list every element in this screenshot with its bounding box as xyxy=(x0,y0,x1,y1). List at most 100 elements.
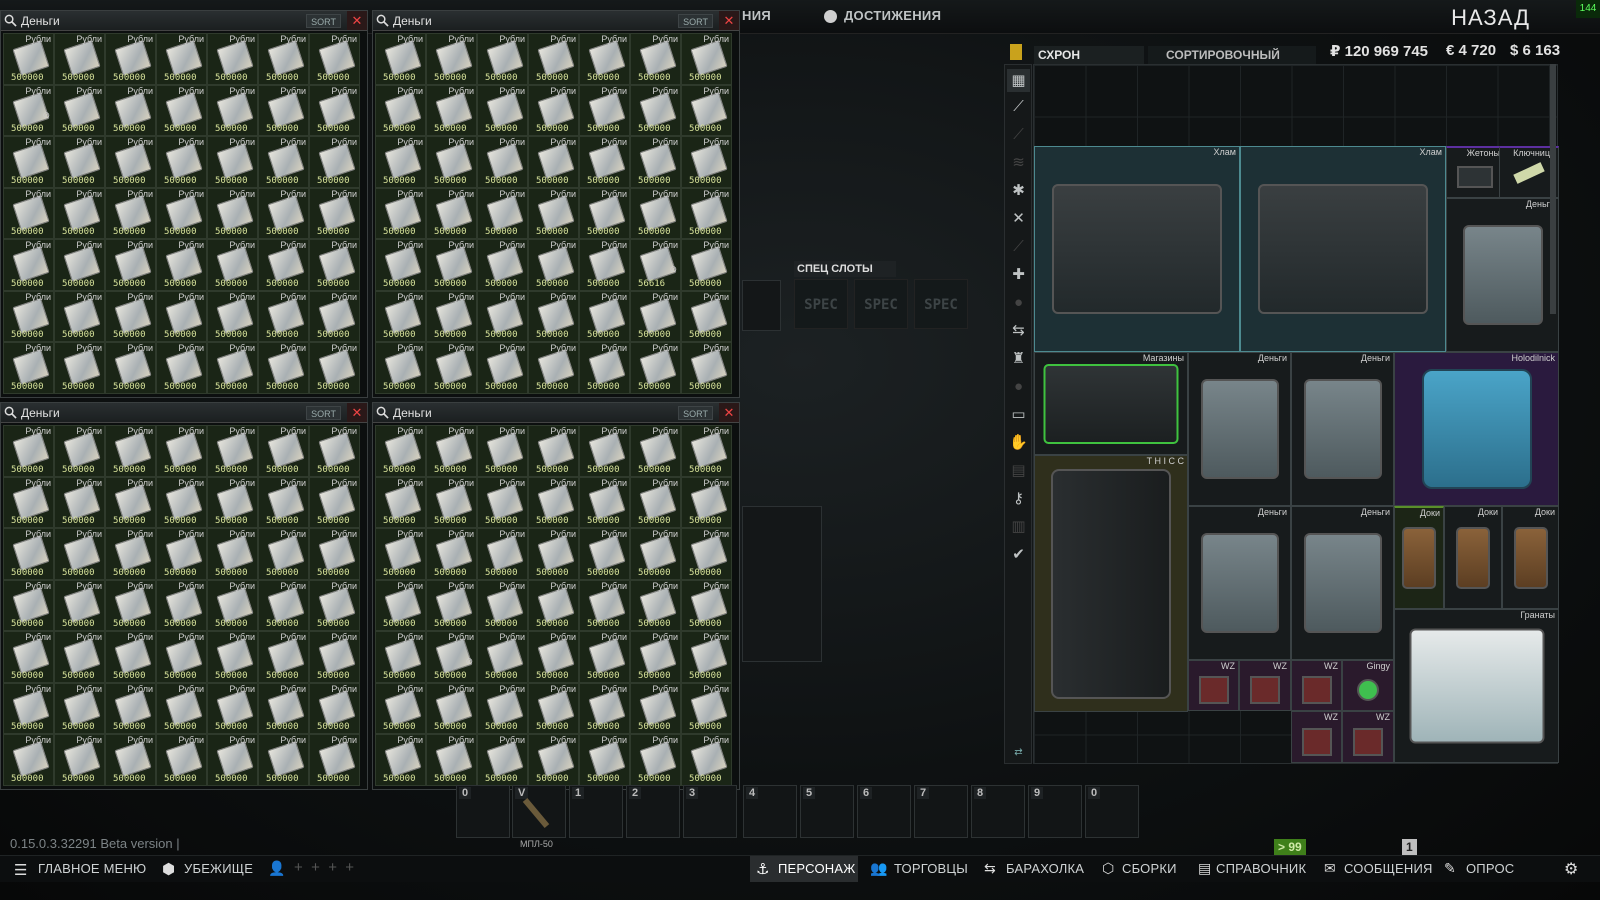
quick-slot-0[interactable]: 0 xyxy=(456,785,510,838)
rouble-stack[interactable]: Рубли 500000 xyxy=(207,476,258,528)
rouble-stack[interactable]: Рубли 500000 xyxy=(54,682,105,734)
rouble-stack[interactable]: Рубли 500000 xyxy=(681,425,732,477)
rouble-stack[interactable]: Рубли 500000 xyxy=(477,187,528,239)
rouble-stack[interactable]: Рубли 500000 xyxy=(309,476,360,528)
window-header[interactable]: Деньги SORT ✕ xyxy=(1,11,367,31)
rouble-stack[interactable]: Рубли 56616 ⊘ xyxy=(630,239,681,291)
rouble-stack[interactable]: Рубли 500000 xyxy=(3,528,54,580)
rouble-stack[interactable]: Рубли 500000 xyxy=(309,290,360,342)
junk-box-2[interactable]: Хлам xyxy=(1240,146,1446,352)
rouble-stack[interactable]: Рубли 500000 xyxy=(258,33,309,85)
rouble-stack[interactable]: Рубли 500000 xyxy=(54,33,105,85)
rouble-stack[interactable]: Рубли 500000 xyxy=(528,136,579,188)
rouble-stack[interactable]: Рубли 500000 xyxy=(477,84,528,136)
rouble-stack[interactable]: Рубли 500000 xyxy=(426,682,477,734)
holodilnick-case[interactable]: Holodilnick xyxy=(1394,352,1559,506)
close-button[interactable]: ✕ xyxy=(719,403,739,422)
money-case-1[interactable]: Деньги xyxy=(1446,198,1559,352)
rouble-stack[interactable]: Рубли 500000 xyxy=(105,239,156,291)
rouble-stack[interactable]: Рубли 500000 xyxy=(105,187,156,239)
rouble-stack[interactable]: Рубли 500000 xyxy=(528,239,579,291)
rouble-stack[interactable]: Рубли 500000 xyxy=(258,290,309,342)
settings-gear-icon[interactable]: ⚙ xyxy=(1564,859,1578,879)
rouble-stack[interactable]: Рубли 500000 xyxy=(3,187,54,239)
rouble-stack[interactable]: Рубли 500000 xyxy=(258,187,309,239)
rouble-stack[interactable]: Рубли 500000 xyxy=(54,187,105,239)
mods-filter-icon[interactable]: ✱ xyxy=(1007,179,1030,202)
keys-filter-icon[interactable]: ⚷ xyxy=(1007,487,1030,510)
junk-box-1[interactable]: Хлам xyxy=(1034,146,1240,352)
rouble-stack[interactable]: Рубли 500000 xyxy=(528,631,579,683)
rouble-stack[interactable]: Рубли 500000 xyxy=(681,239,732,291)
profile-icon[interactable]: 👤 xyxy=(268,860,285,877)
rouble-stack[interactable]: Рубли 500000 xyxy=(3,290,54,342)
rouble-stack[interactable]: Рубли 500000 xyxy=(258,239,309,291)
quick-slot-2[interactable]: 2 xyxy=(626,785,680,838)
rouble-stack[interactable]: Рубли 500000 xyxy=(258,631,309,683)
rouble-stack[interactable]: Рубли 500000 xyxy=(579,84,630,136)
rouble-stack[interactable]: Рубли 500000 xyxy=(426,187,477,239)
rouble-stack[interactable]: Рубли 500000 xyxy=(579,579,630,631)
rouble-stack[interactable]: Рубли 500000 xyxy=(426,136,477,188)
magazine-case[interactable]: Магазины xyxy=(1034,352,1188,455)
thicc-case[interactable]: T H I C C xyxy=(1034,455,1188,712)
rouble-stack[interactable]: Рубли 500000 xyxy=(54,734,105,786)
rouble-stack[interactable]: Рубли 500000 xyxy=(54,342,105,394)
rouble-stack[interactable]: Рубли 500000 xyxy=(105,136,156,188)
main-menu-button[interactable]: ГЛАВНОЕ МЕНЮ xyxy=(38,861,146,876)
tab-achievements[interactable]: ДОСТИЖЕНИЯ xyxy=(844,8,941,23)
rouble-stack[interactable]: Рубли 500000 xyxy=(528,476,579,528)
rouble-stack[interactable]: Рубли 500000 xyxy=(375,734,426,786)
rouble-stack[interactable]: Рубли 500000 xyxy=(375,631,426,683)
rouble-stack[interactable]: Рубли 500000 xyxy=(309,342,360,394)
rouble-stack[interactable]: Рубли 500000 xyxy=(156,682,207,734)
rouble-stack[interactable]: Рубли 500000 xyxy=(426,84,477,136)
ammo-filter-icon[interactable]: ⟋ xyxy=(1007,123,1030,146)
rouble-stack[interactable]: Рубли 500000 xyxy=(681,84,732,136)
rouble-stack[interactable]: Рубли 500000 xyxy=(579,476,630,528)
melee-filter-icon[interactable]: ✕ xyxy=(1007,207,1030,230)
rouble-stack[interactable]: Рубли 500000 xyxy=(156,84,207,136)
rouble-stack[interactable]: Рубли 500000 xyxy=(528,682,579,734)
rouble-stack[interactable]: Рубли 500000 xyxy=(3,136,54,188)
rouble-stack[interactable]: Рубли 500000 xyxy=(528,290,579,342)
close-button[interactable]: ✕ xyxy=(347,11,367,30)
glove-filter-icon[interactable]: ✋ xyxy=(1007,431,1030,454)
rouble-stack[interactable]: Рубли 500000 xyxy=(630,425,681,477)
rouble-stack[interactable]: Рубли 500000 xyxy=(3,476,54,528)
container-filter-icon[interactable]: ▭ xyxy=(1007,403,1030,426)
close-button[interactable]: ✕ xyxy=(347,403,367,422)
quick-slot-4[interactable]: 4 xyxy=(743,785,797,838)
rouble-stack[interactable]: Рубли 500000 xyxy=(375,342,426,394)
search-icon[interactable] xyxy=(4,14,17,27)
rouble-stack[interactable]: Рубли 500000 xyxy=(3,631,54,683)
money-window-4[interactable]: Деньги SORT ✕ Рубли 500000 Рубли 500000 Рубли 50… xyxy=(372,402,740,790)
character-button[interactable]: ПЕРСОНАЖ xyxy=(778,861,855,876)
rouble-stack[interactable]: Рубли 500000 xyxy=(426,734,477,786)
rouble-stack[interactable]: Рубли 500000 xyxy=(54,528,105,580)
rouble-stack[interactable]: Рубли 500000 xyxy=(477,631,528,683)
hideout-button[interactable]: УБЕЖИЩЕ xyxy=(184,861,253,876)
rouble-stack[interactable]: Рубли 500000 xyxy=(3,682,54,734)
rouble-stack[interactable]: Рубли 500000 xyxy=(375,476,426,528)
search-icon[interactable] xyxy=(4,406,17,419)
rouble-stack[interactable]: Рубли 500000 xyxy=(105,290,156,342)
quick-slot-5[interactable]: 5 xyxy=(800,785,854,838)
rouble-stack[interactable]: Рубли 500000 xyxy=(681,734,732,786)
rouble-stack[interactable]: Рубли 500000 xyxy=(207,187,258,239)
rouble-stack[interactable]: Рубли 500000 xyxy=(207,290,258,342)
rouble-stack[interactable]: Рубли 500000 xyxy=(54,84,105,136)
money-window-1[interactable]: Деньги SORT ✕ Рубли 500000 Рубли 500000 Рубли 50… xyxy=(0,10,368,398)
rouble-stack[interactable]: Рубли 500000 xyxy=(630,187,681,239)
rouble-stack[interactable]: Рубли 500000 xyxy=(528,734,579,786)
rouble-stack[interactable]: Рубли 500000 xyxy=(3,734,54,786)
rouble-stack[interactable]: Рубли 500000 xyxy=(309,187,360,239)
rouble-stack[interactable]: Рубли 500000 xyxy=(105,682,156,734)
money-case-4[interactable]: Деньги xyxy=(1188,506,1291,660)
rouble-stack[interactable]: Рубли 500000 xyxy=(207,425,258,477)
quick-slot-0[interactable]: 0 xyxy=(1085,785,1139,838)
quick-slot-7[interactable]: 7 xyxy=(914,785,968,838)
rouble-stack[interactable]: Рубли 500000 xyxy=(156,187,207,239)
rouble-stack[interactable]: Рубли 500000 xyxy=(105,734,156,786)
special-filter-icon[interactable]: ▥ xyxy=(1007,515,1030,538)
